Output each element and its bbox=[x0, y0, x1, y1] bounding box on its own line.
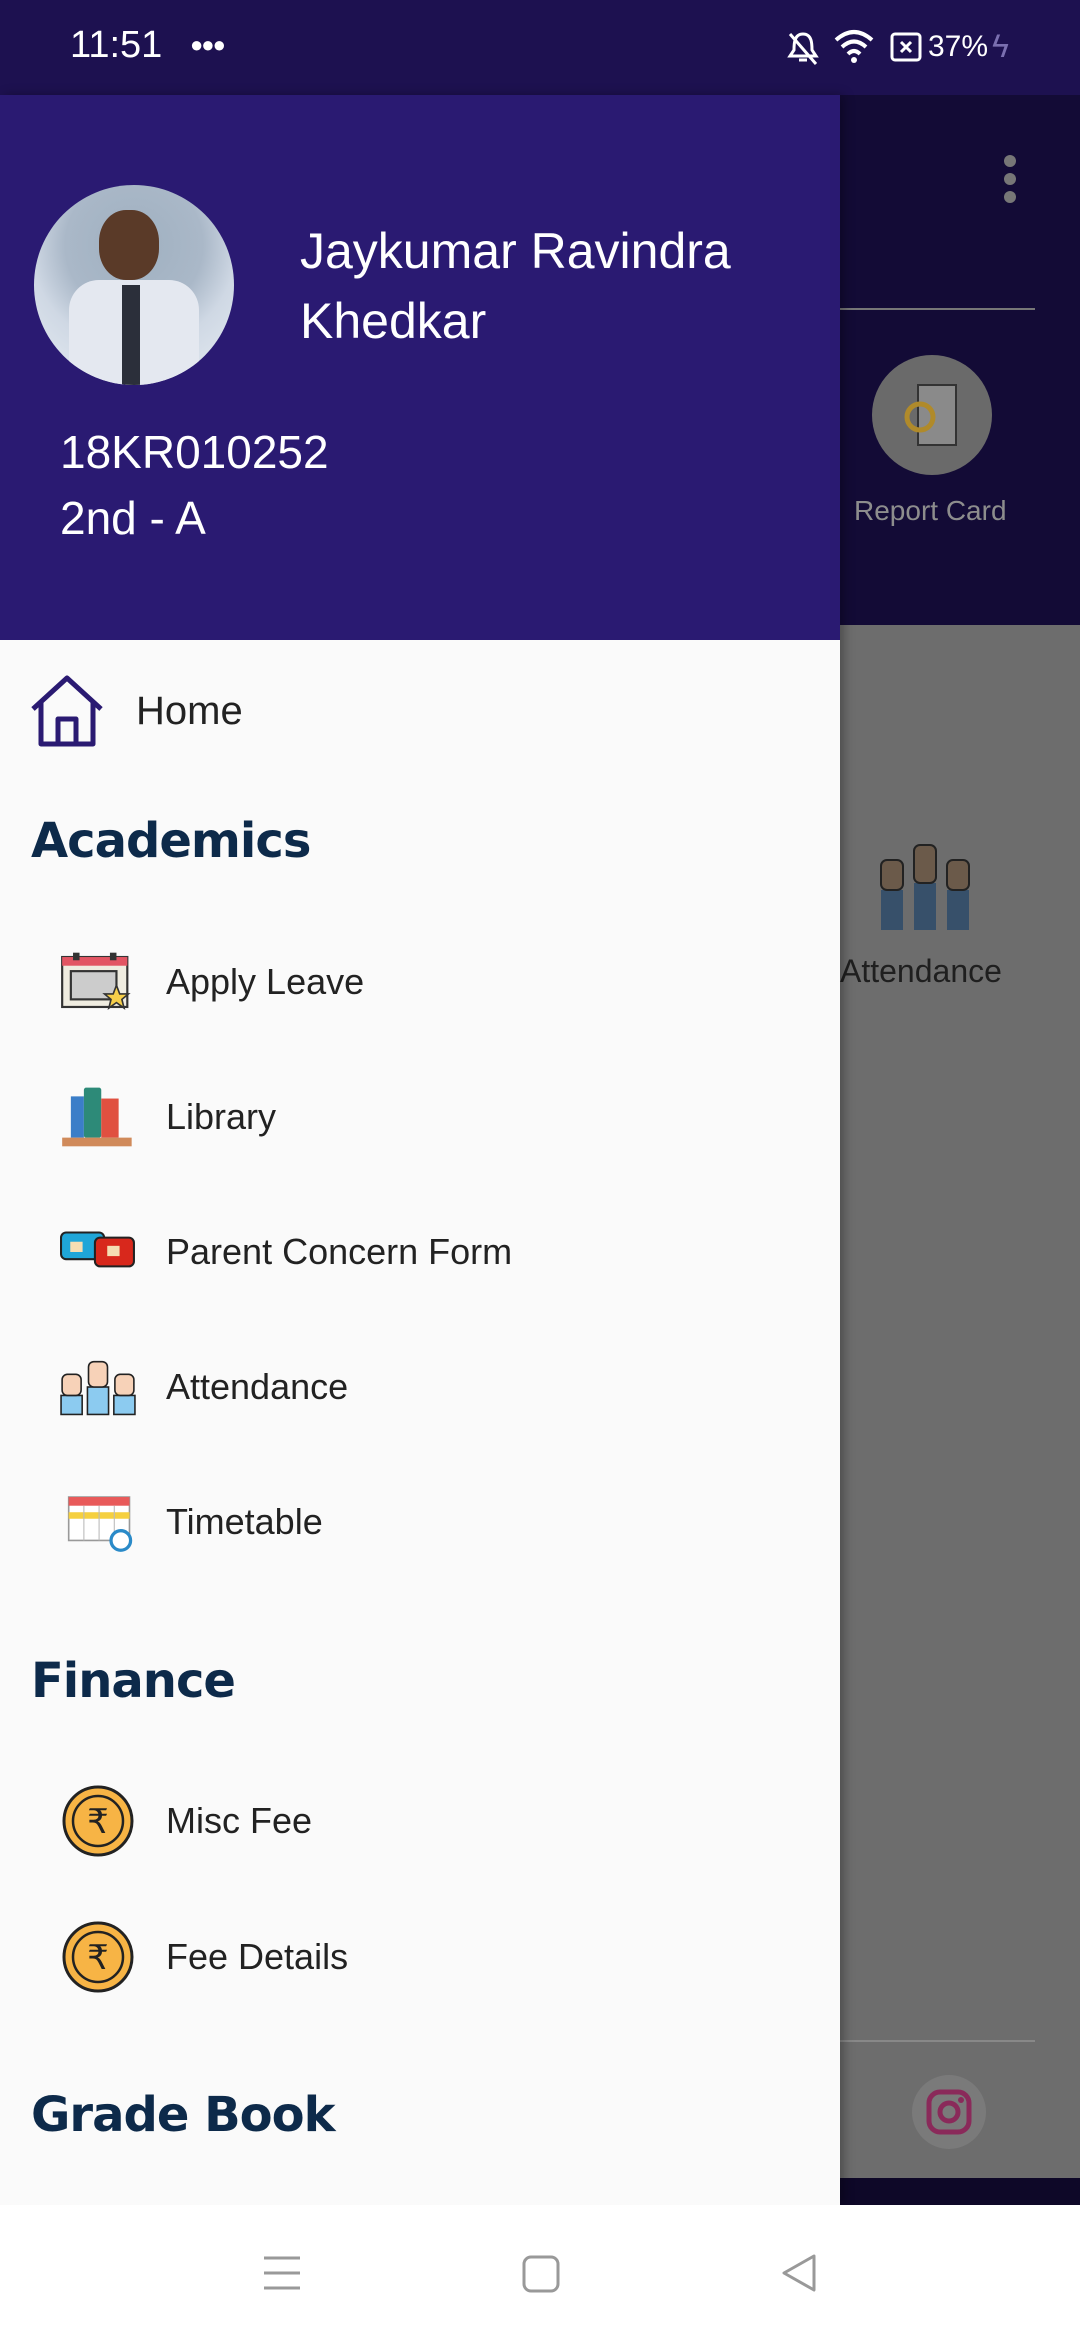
home-nav-icon[interactable] bbox=[522, 2255, 560, 2293]
menu-item-fee-details[interactable]: ₹ Fee Details bbox=[0, 1897, 840, 2017]
wifi-icon bbox=[834, 30, 874, 63]
rupee-coin-icon: ₹ bbox=[62, 1785, 134, 1857]
section-title-finance: Finance bbox=[31, 1653, 236, 1709]
menu-item-parent-concern-form[interactable]: Parent Concern Form bbox=[0, 1192, 840, 1312]
student-class: 2nd - A bbox=[60, 492, 206, 544]
menu-item-library[interactable]: Library bbox=[0, 1057, 840, 1177]
student-avatar[interactable] bbox=[34, 185, 234, 385]
student-id: 18KR010252 bbox=[60, 426, 329, 478]
student-name-line2: Khedkar bbox=[300, 293, 487, 349]
report-card-button[interactable] bbox=[872, 355, 992, 475]
section-title-academics: Academics bbox=[31, 813, 311, 869]
menu-item-label: Home bbox=[136, 688, 243, 733]
feedback-bubbles-icon bbox=[60, 1231, 135, 1268]
system-navigation-bar bbox=[0, 2205, 1080, 2340]
svg-text:₹: ₹ bbox=[87, 1802, 109, 1842]
menu-item-label: Apply Leave bbox=[166, 961, 365, 1002]
divider bbox=[840, 308, 1035, 310]
raised-hands-icon bbox=[60, 1360, 136, 1416]
sim-no-signal-icon bbox=[890, 32, 922, 62]
report-card-label: Report Card bbox=[854, 495, 1007, 526]
rupee-coin-icon: ₹ bbox=[62, 1921, 134, 1993]
menu-item-attendance[interactable]: Attendance bbox=[0, 1327, 840, 1447]
navigation-drawer: Jaykumar Ravindra Khedkar 18KR010252 2nd… bbox=[0, 95, 840, 2205]
notification-dots-icon: ●●● bbox=[190, 32, 226, 57]
menu-item-label: Parent Concern Form bbox=[166, 1231, 513, 1272]
drawer-header: Jaykumar Ravindra Khedkar 18KR010252 2nd… bbox=[0, 95, 840, 640]
menu-item-misc-fee[interactable]: ₹ Misc Fee bbox=[0, 1761, 840, 1881]
more-options-icon[interactable] bbox=[1003, 155, 1017, 203]
attendance-bg-icon bbox=[880, 844, 970, 930]
back-icon[interactable] bbox=[780, 2253, 818, 2293]
instagram-button[interactable] bbox=[912, 2075, 986, 2149]
divider bbox=[840, 2040, 1035, 2042]
battery-percent: 37% bbox=[928, 30, 989, 63]
menu-item-apply-leave[interactable]: Apply Leave bbox=[0, 922, 840, 1042]
student-name-line1: Jaykumar Ravindra bbox=[300, 223, 731, 279]
books-icon bbox=[62, 1087, 132, 1147]
charging-icon: ϟ bbox=[992, 28, 1009, 64]
svg-text:₹: ₹ bbox=[87, 1938, 109, 1978]
menu-item-label: Library bbox=[166, 1096, 277, 1137]
menu-item-home[interactable]: Home bbox=[0, 651, 840, 771]
bell-off-icon bbox=[787, 32, 819, 65]
attendance-bg-label: Attendance bbox=[840, 953, 1002, 989]
app-background-header: Report Card bbox=[840, 95, 1080, 625]
app-background-content: Attendance bbox=[840, 625, 1080, 2178]
menu-item-label: Misc Fee bbox=[166, 1800, 313, 1841]
home-icon bbox=[31, 675, 103, 747]
recent-apps-icon[interactable] bbox=[262, 2255, 302, 2291]
report-card-icon bbox=[904, 384, 957, 446]
instagram-icon bbox=[926, 2089, 972, 2135]
menu-item-timetable[interactable]: Timetable bbox=[0, 1462, 840, 1582]
calendar-star-icon bbox=[61, 952, 131, 1011]
menu-item-label: Timetable bbox=[166, 1501, 323, 1542]
timetable-icon bbox=[67, 1496, 133, 1552]
menu-item-label: Fee Details bbox=[166, 1936, 349, 1977]
status-bar: 11:51 ●●● 37% ϟ bbox=[0, 0, 1080, 95]
app-bottom-bar bbox=[840, 2178, 1080, 2205]
section-title-grade-book: Grade Book bbox=[31, 2087, 336, 2143]
status-time: 11:51 bbox=[70, 24, 163, 66]
menu-item-label: Attendance bbox=[166, 1366, 349, 1407]
